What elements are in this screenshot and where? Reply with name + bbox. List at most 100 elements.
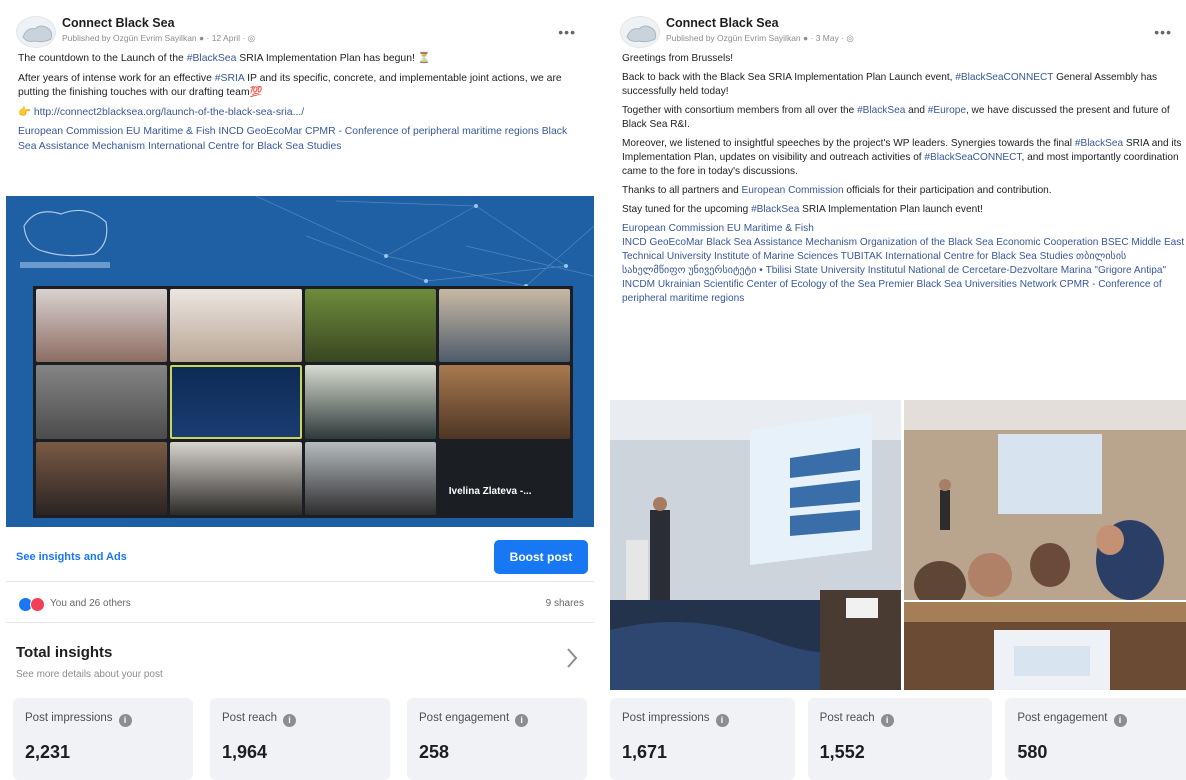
metric-post-engagement: Post engagement i 580 bbox=[1005, 698, 1186, 780]
metric-value: 1,671 bbox=[622, 742, 668, 762]
text-run: Stay tuned for the upcoming bbox=[622, 204, 752, 215]
text-run: SRIA Implementation Plan has begun! ⏳ bbox=[236, 53, 431, 64]
chevron-right-icon[interactable] bbox=[564, 646, 580, 670]
metric-value: 2,231 bbox=[25, 742, 71, 762]
page-name[interactable]: Connect Black Sea bbox=[62, 16, 175, 30]
reactions-row: You and 26 others 9 shares bbox=[6, 585, 594, 623]
hashtag-link[interactable]: #BlackSea bbox=[187, 53, 237, 64]
post-paragraph: The countdown to the Launch of the #Blac… bbox=[18, 52, 582, 67]
metric-value: 1,964 bbox=[222, 742, 268, 762]
text-run: Thanks to all partners and bbox=[622, 185, 742, 196]
see-insights-link[interactable]: See insights and Ads bbox=[16, 551, 127, 563]
info-icon[interactable]: i bbox=[715, 714, 729, 727]
tagged-pages[interactable]: European Commission EU Maritime & Fish I… bbox=[622, 222, 1186, 306]
page-name[interactable]: Connect Black Sea bbox=[666, 16, 779, 30]
text-run: officials for their participation and co… bbox=[843, 185, 1052, 196]
participant-tile bbox=[36, 441, 168, 515]
participant-tile bbox=[304, 289, 436, 363]
post-left: Connect Black Sea Published by Ozgün Evr… bbox=[6, 0, 594, 780]
hashtag-link[interactable]: #SRIA bbox=[215, 73, 244, 84]
info-icon[interactable]: i bbox=[118, 714, 132, 727]
post-byline: Published by Ozgün Evrim Sayilkan ● · 3 … bbox=[666, 33, 854, 43]
participant-tile bbox=[438, 289, 570, 363]
hashtag-link[interactable]: #BlackSeaCONNECT bbox=[924, 152, 1021, 163]
metric-label: Post engagement i bbox=[419, 712, 529, 727]
text-run: SRIA Implementation Plan launch event! bbox=[799, 204, 983, 215]
participant-tile-name-only: Ivelina Zlateva -... bbox=[438, 441, 570, 515]
metric-post-reach: Post reach i 1,552 bbox=[807, 698, 993, 780]
post-paragraph: Moreover, we listened to insightful spee… bbox=[622, 137, 1186, 179]
participant-tile bbox=[304, 441, 436, 515]
text-run: Back to back with the Black Sea SRIA Imp… bbox=[622, 72, 956, 83]
conference-photos bbox=[610, 400, 1186, 690]
metric-value: 1,552 bbox=[819, 742, 865, 762]
shares-count[interactable]: 9 shares bbox=[546, 598, 584, 609]
boost-post-button[interactable]: Boost post bbox=[494, 540, 588, 574]
post-paragraph: After years of intense work for an effec… bbox=[18, 72, 582, 101]
metric-label: Post engagement i bbox=[1017, 712, 1127, 727]
external-link[interactable]: 👉 http://connect2blacksea.org/launch-of-… bbox=[18, 107, 304, 118]
page-avatar[interactable] bbox=[620, 16, 660, 48]
participant-tile bbox=[170, 441, 302, 515]
participant-tile bbox=[36, 289, 168, 363]
metric-label: Post reach i bbox=[820, 712, 894, 727]
love-reaction-icon bbox=[30, 597, 45, 612]
metric-label: Post impressions i bbox=[622, 712, 729, 727]
metric-post-impressions: Post impressions i 2,231 bbox=[13, 698, 193, 780]
post-text: The countdown to the Launch of the #Blac… bbox=[6, 52, 594, 154]
participant-tile bbox=[304, 365, 436, 439]
reaction-icons[interactable] bbox=[18, 597, 46, 612]
text-run: Moreover, we listened to insightful spee… bbox=[622, 138, 1075, 149]
page-avatar[interactable] bbox=[16, 16, 56, 48]
text-run: The countdown to the Launch of the bbox=[18, 53, 187, 64]
participant-tile bbox=[170, 289, 302, 363]
info-icon[interactable]: i bbox=[515, 714, 529, 727]
post-paragraph: Greetings from Brussels! bbox=[622, 53, 734, 64]
metrics-row: Post impressions i 1,671 Post reach i 1,55… bbox=[610, 698, 1186, 780]
info-icon[interactable]: i bbox=[1113, 714, 1127, 727]
hashtag-link[interactable]: #Europe bbox=[928, 105, 966, 116]
post-media-collage[interactable] bbox=[610, 400, 1186, 690]
post-media-image[interactable]: Ivelina Zlateva -... bbox=[6, 196, 594, 527]
total-insights-section[interactable]: Total insights See more details about yo… bbox=[6, 628, 594, 692]
post-paragraph: Together with consortium members from al… bbox=[622, 104, 1186, 132]
metric-post-impressions: Post impressions i 1,671 bbox=[610, 698, 795, 780]
more-options-icon[interactable]: ••• bbox=[558, 24, 576, 40]
metric-label: Post impressions i bbox=[25, 712, 132, 727]
info-icon[interactable]: i bbox=[880, 714, 894, 727]
metric-label: Post reach i bbox=[222, 712, 296, 727]
total-insights-title: Total insights bbox=[16, 644, 113, 661]
page-mention-link[interactable]: European Commission bbox=[742, 185, 844, 196]
tagged-pages[interactable]: European Commission EU Maritime & Fish I… bbox=[18, 125, 582, 154]
participant-name: Ivelina Zlateva -... bbox=[448, 486, 532, 497]
text-run: and bbox=[905, 105, 928, 116]
info-icon[interactable]: i bbox=[282, 714, 296, 727]
post-header: Connect Black Sea Published by Ozgün Evr… bbox=[6, 0, 594, 52]
participant-tile bbox=[438, 365, 570, 439]
tagged-pages-line[interactable]: INCD GeoEcoMar Black Sea Assistance Mech… bbox=[622, 237, 1184, 304]
tagged-pages-line[interactable]: European Commission EU Maritime & Fish bbox=[622, 223, 814, 234]
hashtag-link[interactable]: #BlackSeaCONNECT bbox=[955, 72, 1053, 83]
post-text: Greetings from Brussels! Back to back wi… bbox=[610, 52, 1186, 306]
participant-tile bbox=[170, 365, 302, 439]
post-right: Connect Black Sea Published by Ozgün Evr… bbox=[610, 0, 1186, 780]
hashtag-link[interactable]: #BlackSea bbox=[751, 204, 799, 215]
video-call-grid: Ivelina Zlateva -... bbox=[33, 286, 573, 518]
post-paragraph: Stay tuned for the upcoming #BlackSea SR… bbox=[622, 203, 1186, 217]
hashtag-link[interactable]: #BlackSea bbox=[857, 105, 905, 116]
post-byline: Published by Ozgün Evrim Sayilkan ● · 12… bbox=[62, 33, 256, 43]
text-run: Together with consortium members from al… bbox=[622, 105, 858, 116]
post-paragraph: 👉 http://connect2blacksea.org/launch-of-… bbox=[18, 106, 582, 121]
post-paragraph: Back to back with the Black Sea SRIA Imp… bbox=[622, 71, 1186, 99]
reactions-count[interactable]: You and 26 others bbox=[50, 598, 131, 609]
hashtag-link[interactable]: #BlackSea bbox=[1075, 138, 1123, 149]
post-actions-row: See insights and Ads Boost post bbox=[6, 530, 594, 582]
text-run: After years of intense work for an effec… bbox=[18, 72, 215, 84]
post-paragraph: Thanks to all partners and European Comm… bbox=[622, 184, 1186, 198]
participant-tile bbox=[36, 365, 168, 439]
metric-value: 580 bbox=[1017, 742, 1048, 762]
total-insights-subtitle: See more details about your post bbox=[16, 669, 163, 680]
metric-value: 258 bbox=[419, 742, 450, 762]
more-options-icon[interactable]: ••• bbox=[1154, 24, 1172, 40]
metric-post-reach: Post reach i 1,964 bbox=[210, 698, 390, 780]
